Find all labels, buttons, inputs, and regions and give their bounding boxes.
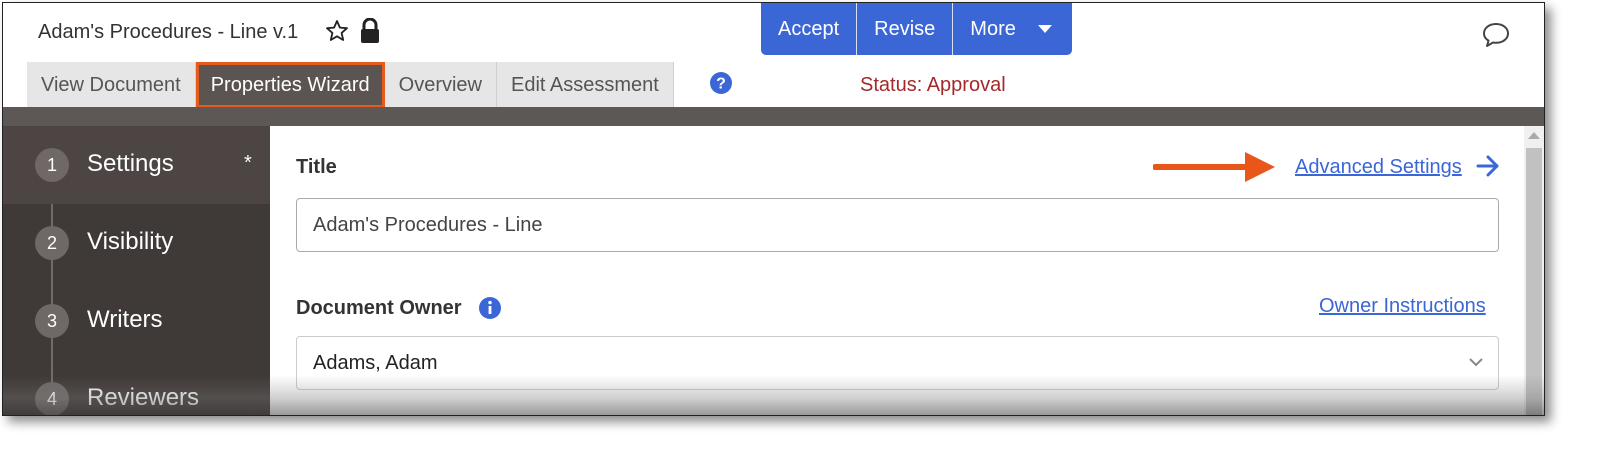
help-icon[interactable]: ?	[709, 71, 733, 95]
status-text: Status: Approval	[860, 74, 1006, 96]
tab-overview[interactable]: Overview	[384, 62, 497, 108]
step-label: Writers	[87, 306, 163, 333]
star-icon[interactable]	[325, 19, 349, 43]
more-button[interactable]: More	[953, 3, 1072, 55]
info-icon[interactable]	[478, 296, 502, 320]
more-button-label: More	[970, 18, 1016, 40]
tab-bar: View Document Properties Wizard Overview…	[27, 62, 674, 108]
step-number: 2	[35, 226, 69, 260]
title-input[interactable]	[296, 198, 1499, 252]
revise-button[interactable]: Revise	[857, 3, 954, 55]
step-label: Visibility	[87, 228, 174, 255]
annotation-arrow-icon	[1153, 152, 1275, 182]
wizard-step-settings[interactable]: 1 Settings *	[3, 126, 270, 204]
wizard-step-writers[interactable]: 3 Writers	[3, 282, 270, 360]
document-owner-label: Document Owner	[296, 297, 462, 319]
step-label: Reviewers	[87, 384, 200, 411]
required-marker: *	[244, 152, 252, 174]
workflow-actions: Accept Revise More	[761, 3, 1072, 55]
owner-selected-value: Adams, Adam	[313, 352, 438, 374]
step-number: 1	[35, 148, 69, 182]
comment-icon[interactable]	[1481, 21, 1511, 49]
caret-down-icon	[1037, 25, 1052, 33]
lock-icon	[361, 18, 379, 43]
wizard-step-visibility[interactable]: 2 Visibility	[3, 204, 270, 282]
document-owner-select[interactable]: Adams, Adam	[296, 336, 1499, 390]
vertical-scrollbar[interactable]	[1524, 126, 1544, 415]
header-divider	[3, 107, 1544, 126]
chevron-down-icon	[1469, 358, 1483, 367]
app-window: Adam's Procedures - Line v.1 Accept Revi…	[2, 2, 1545, 416]
accept-button[interactable]: Accept	[761, 3, 858, 55]
document-title: Adam's Procedures - Line v.1	[38, 21, 299, 43]
owner-instructions-link[interactable]: Owner Instructions	[1319, 295, 1486, 318]
advanced-settings-link[interactable]: Advanced Settings	[1295, 156, 1462, 179]
step-label: Settings	[87, 150, 174, 177]
step-number: 3	[35, 304, 69, 338]
scroll-thumb[interactable]	[1526, 148, 1542, 415]
wizard-step-reviewers[interactable]: 4 Reviewers	[3, 360, 270, 415]
step-number: 4	[35, 382, 69, 415]
scroll-up-icon[interactable]	[1528, 132, 1540, 139]
tab-properties-wizard[interactable]: Properties Wizard	[195, 62, 385, 108]
tab-view-document[interactable]: View Document	[27, 62, 196, 108]
arrow-right-icon[interactable]	[1476, 155, 1500, 177]
tab-edit-assessment[interactable]: Edit Assessment	[497, 62, 674, 108]
wizard-sidebar: 1 Settings * 2 Visibility 3 Writers 4 Re…	[3, 126, 270, 415]
title-label: Title	[296, 156, 337, 178]
svg-text:?: ?	[716, 76, 726, 93]
